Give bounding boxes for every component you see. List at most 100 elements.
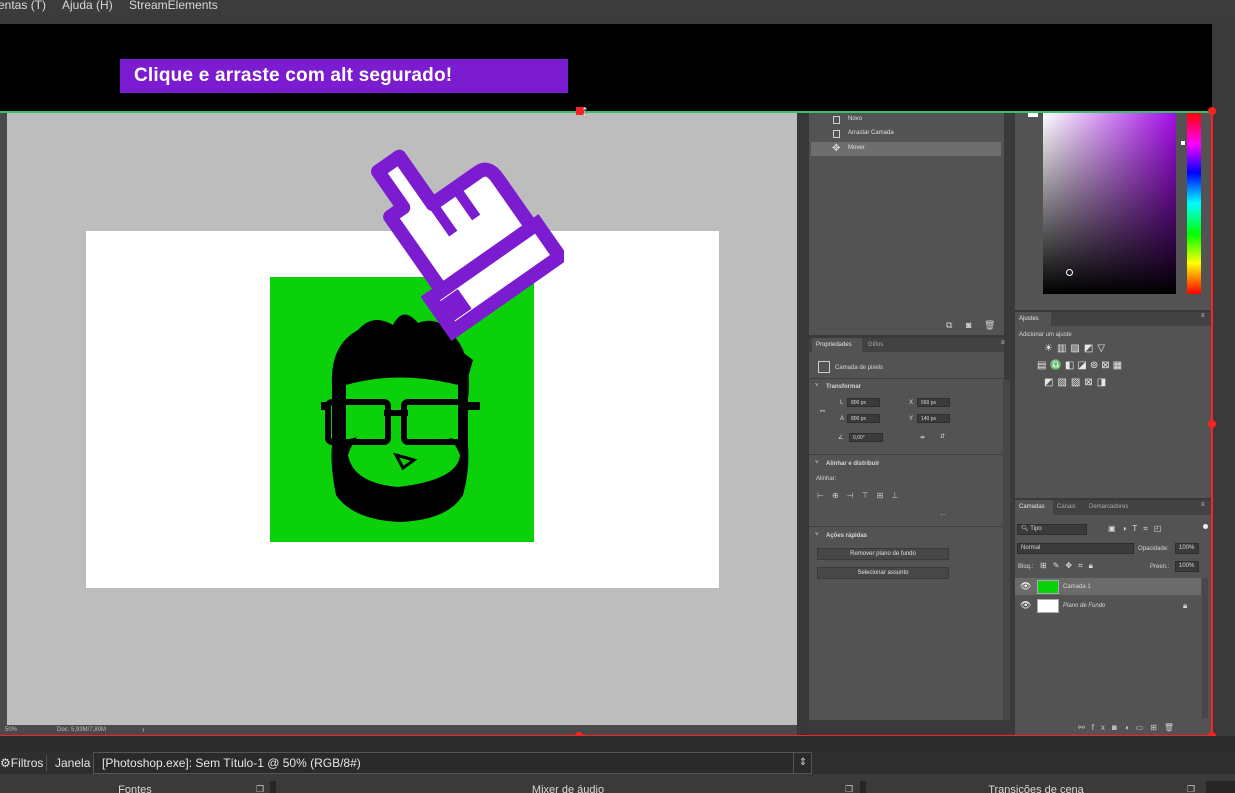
dock-sources-title[interactable]: Fontes [0, 781, 270, 793]
vibrance-icon[interactable]: ▤ [1037, 360, 1049, 371]
new-snapshot-icon[interactable]: ⧉ [946, 321, 952, 330]
dock-audio-mixer-title[interactable]: Mixer de áudio [276, 781, 860, 793]
hue-saturation-icon[interactable]: ♎ [1049, 360, 1064, 371]
curves-icon[interactable]: ▨ [1070, 343, 1083, 354]
panel-menu-icon[interactable]: ≡ [1001, 340, 1005, 346]
invert-icon[interactable]: ◩ [1044, 377, 1057, 388]
tab-channels[interactable]: Canais [1057, 504, 1076, 510]
history-item[interactable]: Novo [811, 113, 1001, 127]
history-item-selected[interactable]: ✥ Mover [811, 142, 1001, 156]
layer-name[interactable]: Camada 1 [1063, 584, 1091, 590]
posterize-icon[interactable]: ▧ [1057, 377, 1070, 388]
gradient-map-icon[interactable]: ▽ [1097, 343, 1109, 354]
resize-handle-right[interactable] [1208, 420, 1216, 428]
color-picker-cursor[interactable] [1066, 269, 1073, 276]
link-layers-icon[interactable]: ⚯ [1078, 723, 1092, 732]
y-field[interactable]: 140 px [917, 414, 950, 423]
tab-glyphs[interactable]: Glifos [868, 342, 883, 348]
adjust-filter-icon[interactable]: ◑ [1122, 524, 1133, 533]
brightness-icon[interactable]: ☀ [1044, 343, 1057, 354]
width-field[interactable]: 800 px [847, 398, 880, 407]
dock-float-icon[interactable]: ❐ [256, 784, 264, 793]
window-select[interactable]: [Photoshop.exe]: Sem Título-1 @ 50% (RGB… [93, 752, 812, 774]
tab-adjustments[interactable]: Ajustes [1019, 316, 1039, 322]
window-select-spinner-icon[interactable]: ⇕ [793, 753, 812, 773]
fill-field[interactable]: 100% [1175, 561, 1199, 572]
eye-icon[interactable]: 👁︎ [1020, 581, 1031, 592]
filters-button[interactable]: ⚙︎Filtros [0, 752, 43, 774]
align-bottom-icon[interactable]: ⊥ [891, 491, 906, 500]
align-top-icon[interactable]: ⊤ [862, 491, 877, 500]
color-balance-icon[interactable]: ◧ [1065, 360, 1077, 371]
channel-mixer-icon[interactable]: ⊠ [1101, 360, 1112, 371]
trash-icon[interactable]: 🗑 [984, 321, 995, 330]
tab-paths[interactable]: Demarcadores [1089, 504, 1128, 510]
angle-field[interactable]: 0,00° [849, 433, 883, 442]
tab-layers[interactable]: Camadas [1019, 504, 1045, 510]
eye-icon[interactable]: 👁︎ [1020, 600, 1031, 611]
align-center-icon[interactable]: ⊕ [832, 491, 847, 500]
shape-filter-icon[interactable]: ⌗ [1143, 524, 1154, 533]
image-filter-icon[interactable]: ▣ [1108, 524, 1122, 533]
layer-row-plano-de-fundo[interactable]: 👁︎ Plano de Fundo 🔒︎ [1015, 597, 1201, 614]
gradient-icon[interactable]: ◨ [1097, 377, 1110, 388]
adjustment-layer-icon[interactable]: ◑ [1124, 723, 1136, 732]
lock-position-icon[interactable]: ✥ [1065, 561, 1078, 570]
color-swatch-icon[interactable] [1028, 113, 1038, 117]
mask-icon[interactable]: ◙ [1112, 723, 1124, 732]
chevron-down-icon[interactable]: ˅ [815, 460, 819, 466]
dock-float-icon[interactable]: ❐ [1187, 784, 1195, 793]
height-field[interactable]: 800 px [847, 414, 880, 423]
x-field[interactable]: 560 px [917, 398, 950, 407]
lock-artboard-icon[interactable]: ⌗ [1078, 561, 1089, 570]
delete-layer-icon[interactable]: 🗑 [1164, 723, 1181, 732]
select-subject-button[interactable]: Selecionar assunto [817, 567, 949, 579]
hue-slider-handle[interactable] [1181, 141, 1185, 145]
menu-streamelements[interactable]: StreamElements [129, 0, 218, 12]
new-layer-icon[interactable]: ⊞ [1150, 723, 1164, 732]
history-item[interactable]: Arrastar Camada [811, 127, 1001, 141]
lock-pixels-icon[interactable]: ⊞ [1040, 561, 1053, 570]
link-icon[interactable]: ⚯ [820, 408, 825, 415]
lock-brush-icon[interactable]: ✎ [1053, 561, 1066, 570]
panel-menu-icon[interactable]: ≡ [1201, 313, 1205, 319]
layer-name[interactable]: Plano de Fundo [1063, 603, 1105, 609]
fx-icon[interactable]: fx [1092, 723, 1112, 732]
dock-float-icon[interactable]: ❐ [845, 784, 853, 793]
ps-vertical-scrollbar[interactable] [797, 113, 809, 736]
status-chevron-icon[interactable]: › [142, 725, 145, 734]
layer-row-camada-1[interactable]: 👁︎ Camada 1 [1015, 578, 1201, 595]
menu-ajuda[interactable]: Ajuda (H) [62, 0, 113, 12]
more-options-icon[interactable]: ... [940, 511, 945, 517]
levels-icon[interactable]: ▥ [1057, 343, 1070, 354]
panel-menu-icon[interactable]: ≡ [1201, 502, 1205, 508]
chevron-down-icon[interactable]: ˅ [815, 383, 819, 389]
align-left-icon[interactable]: ⊢ [817, 491, 832, 500]
menu-ferramentas[interactable]: entas (T) [0, 0, 46, 12]
type-filter-icon[interactable]: T [1132, 524, 1143, 533]
blend-mode-select[interactable]: Normal [1017, 543, 1134, 554]
resize-handle-top-right[interactable] [1208, 107, 1216, 115]
lock-all-icon[interactable]: 🔒︎ [1089, 561, 1099, 570]
bw-icon[interactable]: ◪ [1077, 360, 1089, 371]
opacity-field[interactable]: 100% [1175, 543, 1199, 554]
camera-icon[interactable]: ◙ [966, 321, 971, 330]
threshold-icon[interactable]: ▨ [1071, 377, 1084, 388]
color-picker-field[interactable] [1043, 113, 1176, 294]
hue-slider[interactable] [1187, 113, 1201, 294]
align-middle-icon[interactable]: ⊞ [877, 491, 892, 500]
tab-properties[interactable]: Propriedades [816, 342, 852, 348]
zoom-readout[interactable]: 50% [5, 727, 17, 733]
smart-filter-icon[interactable]: ◰ [1154, 524, 1168, 533]
dock-transitions-title[interactable]: Transições de cena [866, 781, 1206, 793]
chevron-down-icon[interactable]: ˅ [815, 532, 819, 538]
flip-vertical-icon[interactable]: ⇵ [940, 433, 945, 440]
group-icon[interactable]: ▭ [1136, 723, 1151, 732]
exposure-icon[interactable]: ◩ [1084, 343, 1097, 354]
selective-color-icon[interactable]: ⊠ [1084, 377, 1096, 388]
photo-filter-icon[interactable]: ⊚ [1090, 360, 1101, 371]
remove-background-button[interactable]: Remover plano de fundo [817, 548, 949, 560]
lookup-icon[interactable]: ▦ [1113, 360, 1125, 371]
properties-scrollbar[interactable] [1003, 380, 1010, 720]
align-right-icon[interactable]: ⊣ [847, 491, 862, 500]
